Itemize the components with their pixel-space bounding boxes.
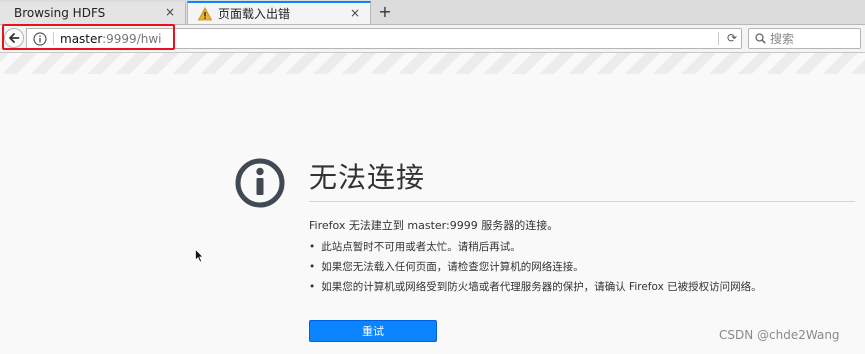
info-icon[interactable] xyxy=(33,31,47,46)
back-button[interactable] xyxy=(4,28,24,48)
info-icon xyxy=(235,158,285,208)
url-path: :9999/hwi xyxy=(102,31,162,46)
tab-label: Browsing HDFS xyxy=(14,6,106,20)
warning-icon xyxy=(198,6,212,20)
back-arrow-icon xyxy=(9,33,20,43)
url-host: master xyxy=(60,31,103,46)
url-text[interactable]: master:9999/hwi xyxy=(60,32,162,46)
new-tab-button[interactable]: + xyxy=(375,2,395,22)
navigation-toolbar: master:9999/hwi ⟳ 搜索 xyxy=(0,25,865,53)
retry-button[interactable]: 重试 xyxy=(309,320,437,342)
list-item: 如果您无法载入任何页面，请检查您计算机的网络连接。 xyxy=(309,259,762,279)
error-description: Firefox 无法建立到 master:9999 服务器的连接。 xyxy=(309,219,559,232)
tab-page-load-error[interactable]: 页面载入出错 × xyxy=(187,1,371,24)
error-title: 无法连接 xyxy=(309,161,426,194)
error-suggestions: 此站点暂时不可用或者太忙。请稍后再试。 如果您无法载入任何页面，请检查您计算机的… xyxy=(309,239,762,299)
tab-strip: Browsing HDFS × 页面载入出错 × + xyxy=(0,0,865,25)
tab-browsing-hdfs[interactable]: Browsing HDFS × xyxy=(0,2,186,24)
tab-label: 页面载入出错 xyxy=(218,7,291,21)
search-placeholder: 搜索 xyxy=(770,32,795,46)
search-icon xyxy=(755,33,766,44)
address-bar[interactable]: master:9999/hwi ⟳ xyxy=(26,28,742,49)
striped-banner xyxy=(0,53,865,74)
url-separator xyxy=(53,32,54,45)
reload-separator xyxy=(718,32,719,45)
mouse-cursor-icon xyxy=(195,249,204,263)
close-icon[interactable]: × xyxy=(348,6,362,20)
divider xyxy=(309,201,855,202)
list-item: 此站点暂时不可用或者太忙。请稍后再试。 xyxy=(309,239,762,259)
watermark: CSDN @chde2Wang xyxy=(719,328,840,342)
list-item: 如果您的计算机或网络受到防火墙或者代理服务器的保护，请确认 Firefox 已被… xyxy=(309,279,761,299)
search-bar[interactable]: 搜索 xyxy=(748,28,861,49)
close-icon[interactable]: × xyxy=(163,5,177,19)
reload-icon[interactable]: ⟳ xyxy=(727,31,737,45)
